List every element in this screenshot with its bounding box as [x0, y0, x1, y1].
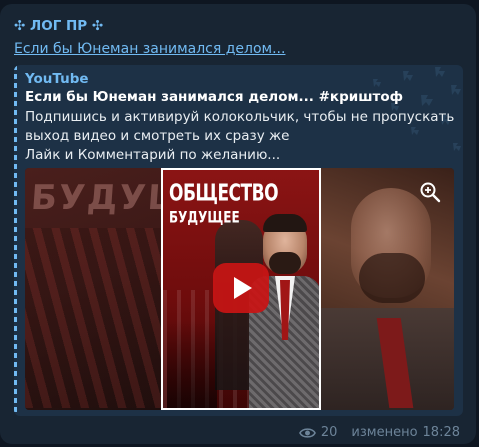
edited-label: изменено [351, 425, 418, 440]
video-thumbnail[interactable]: БУДУЩЕ ОБЩЕСТВО БУДУЩЕЕ [25, 168, 454, 410]
poster-title: ОБЩЕСТВО [169, 180, 279, 207]
zoom-in-icon[interactable] [418, 180, 442, 204]
preview-description-line: выход видео и смотреть их сразу же [25, 128, 290, 144]
preview-accent-bar [14, 65, 17, 416]
thumbnail-blurred-left: БУДУЩЕ [25, 168, 221, 410]
preview-description-line: Лайк и Комментарий по желанию... [25, 147, 281, 163]
preview-description-line: Подпишись и активируй колокольчик, чтобы… [25, 109, 455, 125]
preview-site-name: YouTube [25, 71, 89, 87]
message-time: 18:28 [422, 425, 460, 440]
poster-subtitle: БУДУЩЕЕ [169, 208, 240, 227]
preview-title: Если бы Юнеман занимался делом... #кришт… [25, 89, 404, 105]
play-icon[interactable] [213, 263, 269, 313]
preview-description: Подпишись и активируй колокольчик, чтобы… [25, 108, 457, 165]
thumbnail-blurred-right [321, 168, 454, 410]
channel-name[interactable]: ✣ ЛОГ ПР ✣ [14, 18, 103, 34]
link-preview[interactable]: YouTube Если бы Юнеман занимался делом..… [14, 65, 463, 416]
message-bubble: ✣ ЛОГ ПР ✣ Если бы Юнеман занимался дело… [0, 4, 476, 444]
headline-link[interactable]: Если бы Юнеман занимался делом... [14, 41, 285, 57]
view-count: 20 [320, 425, 338, 440]
eye-icon [298, 427, 316, 438]
message-meta: 20 изменено 18:28 [298, 425, 460, 440]
